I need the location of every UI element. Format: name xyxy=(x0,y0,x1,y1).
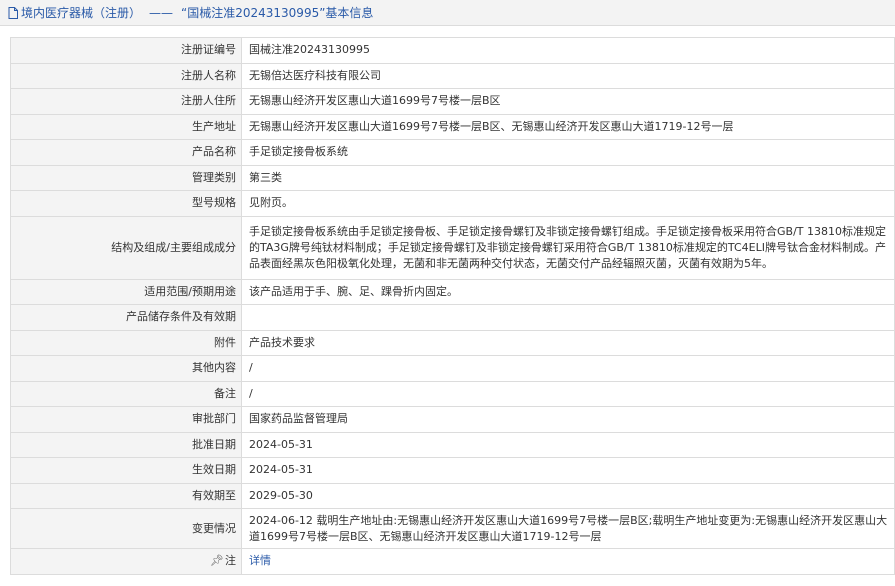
row-label: 附件 xyxy=(10,329,242,356)
row-value: 手足锁定接骨板系统 xyxy=(241,139,895,166)
table-row: 批准日期 2024-05-31 xyxy=(10,431,895,458)
table-row: 生产地址 无锡惠山经济开发区惠山大道1699号7号楼一层B区、无锡惠山经济开发区… xyxy=(10,113,895,140)
row-label: 生产地址 xyxy=(10,113,242,140)
row-label: 注册人住所 xyxy=(10,88,242,115)
details-link[interactable]: 详情 xyxy=(249,554,271,567)
row-value: 无锡惠山经济开发区惠山大道1699号7号楼一层B区、无锡惠山经济开发区惠山大道1… xyxy=(241,113,895,140)
note-value-cell: 详情 xyxy=(241,548,895,575)
row-value: 无锡倍达医疗科技有限公司 xyxy=(241,62,895,89)
table-row: 其他内容 / xyxy=(10,355,895,382)
note-label: 注 xyxy=(225,554,236,568)
table-row: 产品储存条件及有效期 xyxy=(10,304,895,331)
row-label: 产品名称 xyxy=(10,139,242,166)
table-row: 产品名称 手足锁定接骨板系统 xyxy=(10,139,895,166)
row-value: 无锡惠山经济开发区惠山大道1699号7号楼一层B区 xyxy=(241,88,895,115)
table-row: 注册人名称 无锡倍达医疗科技有限公司 xyxy=(10,62,895,89)
row-value: 2029-05-30 xyxy=(241,482,895,509)
row-value: / xyxy=(241,380,895,407)
pin-icon: 📌︎ xyxy=(210,554,224,568)
row-value: 第三类 xyxy=(241,164,895,191)
row-label: 其他内容 xyxy=(10,355,242,382)
row-label: 有效期至 xyxy=(10,482,242,509)
row-label: 管理类别 xyxy=(10,164,242,191)
row-label: 生效日期 xyxy=(10,457,242,484)
row-label: 变更情况 xyxy=(10,508,242,549)
row-value: 手足锁定接骨板系统由手足锁定接骨板、手足锁定接骨螺钉及非锁定接骨螺钉组成。手足锁… xyxy=(241,215,895,280)
row-label: 备注 xyxy=(10,380,242,407)
header-section: 境内医疗器械（注册） xyxy=(21,6,142,20)
table-row: 结构及组成/主要组成成分 手足锁定接骨板系统由手足锁定接骨板、手足锁定接骨螺钉及… xyxy=(10,215,895,280)
row-value: 见附页。 xyxy=(241,190,895,217)
table-row: 注册证编号 国械注准20243130995 xyxy=(10,37,895,64)
header-title: “国械注准20243130995”基本信息 xyxy=(181,6,374,20)
row-label: 审批部门 xyxy=(10,406,242,433)
table-row: 📌︎注 详情 xyxy=(10,548,895,575)
document-icon xyxy=(8,6,18,19)
header-separator: —— xyxy=(149,5,174,20)
table-row: 型号规格 见附页。 xyxy=(10,190,895,217)
row-label: 注册人名称 xyxy=(10,62,242,89)
page-header: 境内医疗器械（注册） —— “国械注准20243130995”基本信息 xyxy=(0,0,895,26)
row-value: 该产品适用于手、腕、足、踝骨折内固定。 xyxy=(241,278,895,305)
row-label: 注册证编号 xyxy=(10,37,242,64)
table-row: 附件 产品技术要求 xyxy=(10,329,895,356)
table-row: 注册人住所 无锡惠山经济开发区惠山大道1699号7号楼一层B区 xyxy=(10,88,895,115)
row-value: 2024-06-12 载明生产地址由:无锡惠山经济开发区惠山大道1699号7号楼… xyxy=(241,508,895,549)
row-label: 适用范围/预期用途 xyxy=(10,278,242,305)
row-value: 2024-05-31 xyxy=(241,457,895,484)
row-value xyxy=(241,304,895,331)
row-label: 批准日期 xyxy=(10,431,242,458)
row-value: / xyxy=(241,355,895,382)
info-table: 注册证编号 国械注准20243130995 注册人名称 无锡倍达医疗科技有限公司… xyxy=(10,37,895,575)
table-row: 变更情况 2024-06-12 载明生产地址由:无锡惠山经济开发区惠山大道169… xyxy=(10,508,895,549)
row-label: 型号规格 xyxy=(10,190,242,217)
row-value: 2024-05-31 xyxy=(241,431,895,458)
row-value: 产品技术要求 xyxy=(241,329,895,356)
row-value: 国家药品监督管理局 xyxy=(241,406,895,433)
table-row: 管理类别 第三类 xyxy=(10,164,895,191)
row-value: 国械注准20243130995 xyxy=(241,37,895,64)
table-row: 审批部门 国家药品监督管理局 xyxy=(10,406,895,433)
table-row: 有效期至 2029-05-30 xyxy=(10,482,895,509)
table-row: 适用范围/预期用途 该产品适用于手、腕、足、踝骨折内固定。 xyxy=(10,278,895,305)
row-label: 产品储存条件及有效期 xyxy=(10,304,242,331)
row-label: 结构及组成/主要组成成分 xyxy=(10,215,242,280)
table-row: 备注 / xyxy=(10,380,895,407)
table-row: 生效日期 2024-05-31 xyxy=(10,457,895,484)
note-label-cell: 📌︎注 xyxy=(10,548,242,575)
